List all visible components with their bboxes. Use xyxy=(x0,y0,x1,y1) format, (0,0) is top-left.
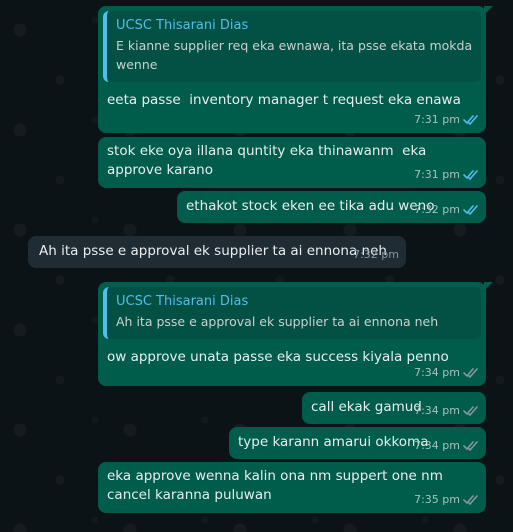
outgoing-message[interactable]: call ekak gamud 7:34 pm xyxy=(302,392,486,424)
incoming-message[interactable]: Ah ita psse e approval ek supplier ta ai… xyxy=(28,236,406,268)
message-meta: 7:35 pm xyxy=(414,490,479,509)
outgoing-message[interactable]: stok eke oya illana quntity eka thinawan… xyxy=(98,137,486,188)
message-text: Ah ita psse e approval ek supplier ta ai… xyxy=(39,243,387,259)
outgoing-message[interactable]: type karann amarui okkoma 7:34 pm xyxy=(229,427,486,459)
outgoing-message[interactable]: UCSC Thisarani Dias Ah ita psse e approv… xyxy=(98,282,493,386)
message-meta: 7:34 pm xyxy=(414,363,479,382)
message-time: 7:31 pm xyxy=(414,113,460,126)
outgoing-message[interactable]: eka approve wenna kalin ona nm suppert o… xyxy=(98,462,486,513)
quoted-reply[interactable]: UCSC Thisarani Dias Ah ita psse e approv… xyxy=(103,287,481,339)
quoted-text: E kianne supplier req eka ewnawa, ita ps… xyxy=(116,38,473,72)
quoted-text: Ah ita psse e approval ek supplier ta ai… xyxy=(116,314,439,329)
message-time: 7:35 pm xyxy=(414,493,460,506)
double-check-icon xyxy=(463,368,478,378)
double-check-icon xyxy=(463,170,478,180)
message-time: 7:34 pm xyxy=(414,404,460,417)
double-check-icon xyxy=(463,205,478,215)
message-time: 7:32 pm xyxy=(414,203,460,216)
message-meta: 7:31 pm xyxy=(414,110,479,129)
double-check-icon xyxy=(463,115,478,125)
quoted-reply[interactable]: UCSC Thisarani Dias E kianne supplier re… xyxy=(103,11,481,82)
double-check-icon xyxy=(463,495,478,505)
message-meta: 7:32 pm xyxy=(353,245,399,264)
double-check-icon xyxy=(463,406,478,416)
message-text: eeta passe inventory manager t request e… xyxy=(107,92,461,108)
message-time: 7:34 pm xyxy=(414,439,460,452)
outgoing-message[interactable]: UCSC Thisarani Dias E kianne supplier re… xyxy=(98,6,493,133)
outgoing-message[interactable]: ethakot stock eken ee tika adu weno 7:32… xyxy=(177,191,486,223)
message-meta: 7:34 pm xyxy=(414,401,479,420)
message-meta: 7:34 pm xyxy=(414,436,479,455)
double-check-icon xyxy=(463,441,478,451)
quoted-author: UCSC Thisarani Dias xyxy=(116,294,249,309)
message-time: 7:31 pm xyxy=(414,168,460,181)
message-meta: 7:31 pm xyxy=(414,165,479,184)
message-time: 7:34 pm xyxy=(414,366,460,379)
quoted-author: UCSC Thisarani Dias xyxy=(116,18,249,33)
chat-message-list[interactable]: UCSC Thisarani Dias E kianne supplier re… xyxy=(0,0,513,532)
message-time: 7:32 pm xyxy=(353,248,399,261)
message-meta: 7:32 pm xyxy=(414,200,479,219)
